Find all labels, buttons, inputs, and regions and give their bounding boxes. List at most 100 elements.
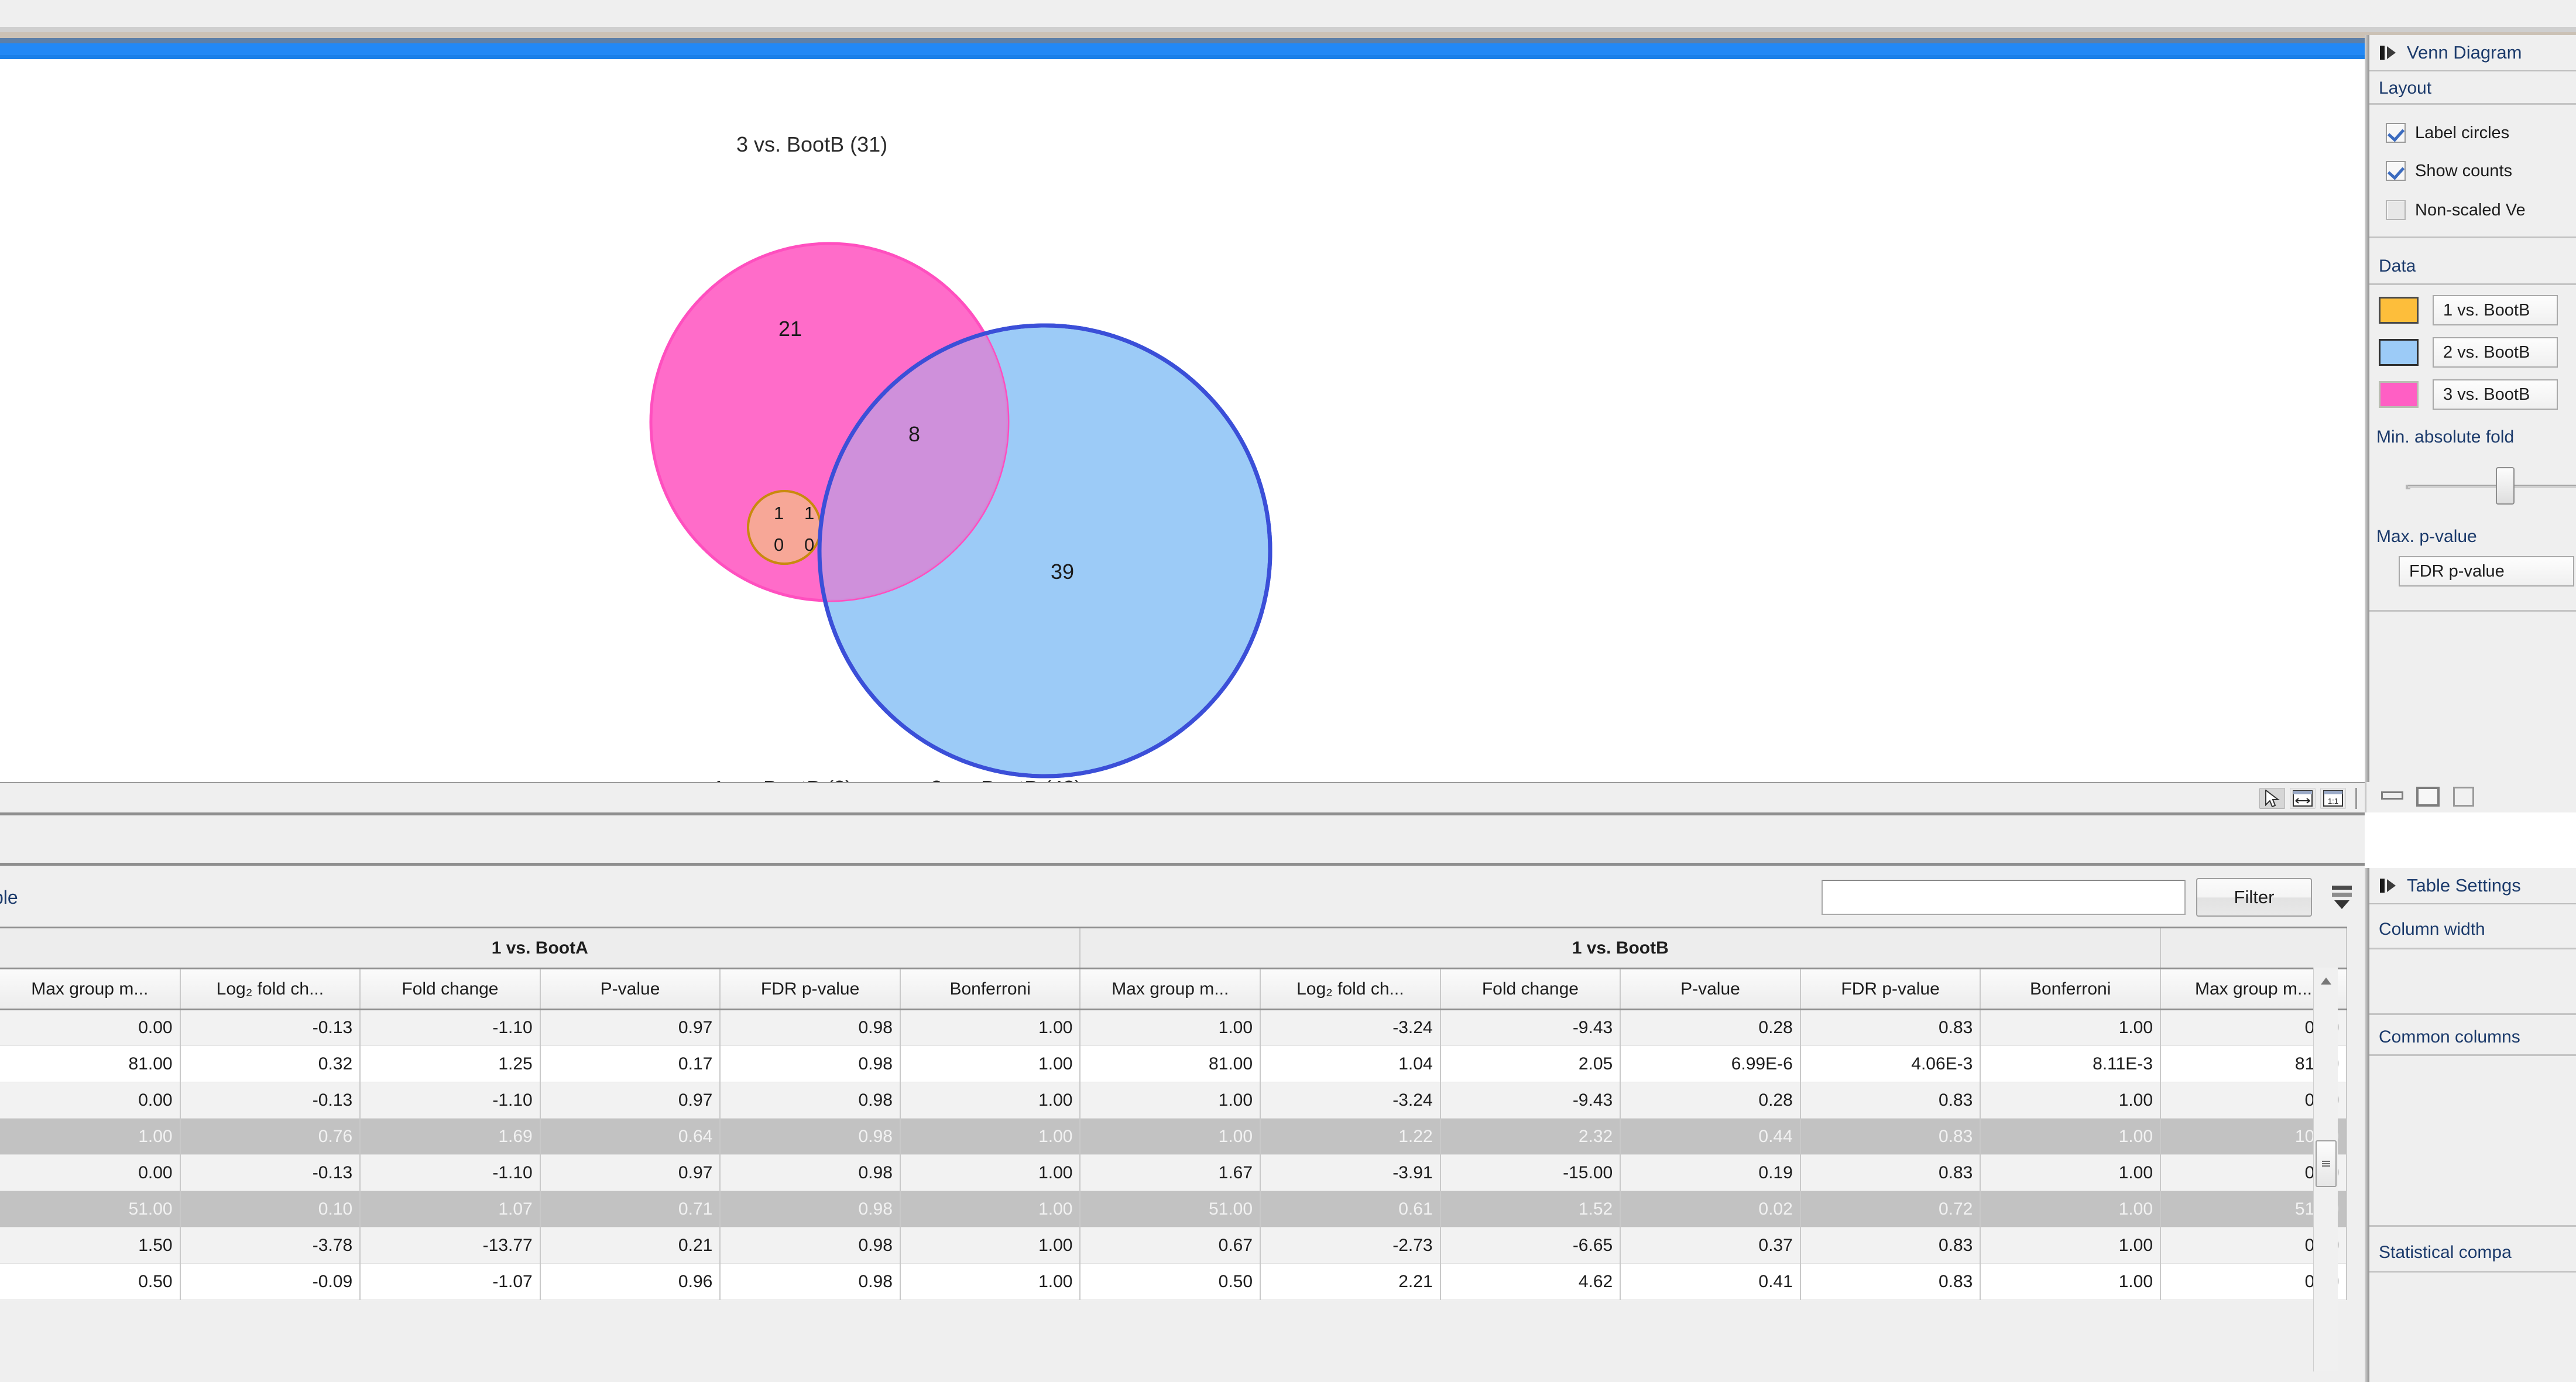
table-cell: 0.98 [720, 1118, 901, 1155]
statistical-separator-bottom [2369, 1271, 2576, 1273]
table-cell: 1.00 [900, 1263, 1081, 1300]
column-header[interactable]: Fold change [1440, 968, 1621, 1010]
table-row[interactable]: 81.00 0.32 1.25 0.17 0.98 1.00 81.00 1.04 2.05 6.… [0, 1045, 2347, 1082]
color-swatch-2[interactable] [2379, 339, 2419, 366]
results-table[interactable]: 1 vs. BootA 1 vs. BootB Max group m... L… [0, 927, 2347, 1300]
zoom-1to1-icon[interactable]: 1:1 [2320, 788, 2346, 809]
venn-count-blue-only: 39 [1051, 560, 1075, 584]
chrome-background [0, 0, 2576, 27]
column-header[interactable]: Bonferroni [900, 968, 1081, 1010]
column-header[interactable]: P-value [540, 968, 721, 1010]
table-cell: 0.76 [180, 1118, 361, 1155]
table-cell: 0.98 [720, 1263, 901, 1300]
checkbox-show-counts-box[interactable] [2386, 161, 2406, 181]
table-row[interactable]: 1.00 0.76 1.69 0.64 0.98 1.00 1.00 1.22 2.32 0.44… [0, 1118, 2347, 1155]
column-header[interactable]: FDR p-value [1800, 968, 1981, 1010]
restore-icon[interactable] [2453, 787, 2474, 807]
table-cell: 81.00 [0, 1045, 181, 1082]
checkbox-non-scaled-venn[interactable]: Non-scaled Ve [2386, 200, 2526, 220]
filter-menu-icon[interactable] [2328, 882, 2355, 913]
table-cell: 1.00 [1080, 1118, 1261, 1155]
collapse-expand-icon[interactable] [2379, 44, 2399, 61]
max-pvalue-combo[interactable]: FDR p-value [2399, 556, 2574, 587]
color-swatch-3[interactable] [2379, 381, 2419, 408]
table-cell: 0.37 [1620, 1227, 1801, 1264]
table-cell: -0.13 [180, 1009, 361, 1046]
chrome-steel-bar [0, 38, 2576, 43]
table-cell: -0.09 [180, 1263, 361, 1300]
table-cell: 0.10 [180, 1191, 361, 1227]
table-row[interactable]: 1.50 -3.78 -13.77 0.21 0.98 1.00 0.67 -2.73 -6.6… [0, 1227, 2347, 1264]
column-header[interactable]: P-value [1620, 968, 1801, 1010]
venn-panel-title: Venn Diagram [2407, 42, 2522, 63]
column-header[interactable]: Max group m... [1080, 968, 1261, 1010]
table-cell: -0.13 [180, 1154, 361, 1191]
maximize-icon[interactable] [2416, 787, 2440, 807]
venn-settings-sidebar: Venn Diagram Layout Label circles Show c… [2365, 35, 2576, 812]
table-cell: 1.00 [1980, 1009, 2161, 1046]
horizontal-splitter[interactable] [0, 812, 2365, 868]
table-row[interactable]: 0.00 -0.13 -1.10 0.97 0.98 1.00 1.00 -3.24 -9.43… [0, 1082, 2347, 1119]
column-header[interactable]: Fold change [360, 968, 541, 1010]
dataset-combo-3[interactable]: 3 vs. BootB [2433, 379, 2558, 410]
toolbar-separator [2355, 788, 2357, 809]
table-cell: 1.69 [360, 1118, 541, 1155]
fit-width-icon[interactable] [2290, 788, 2316, 809]
dataset-combo-1[interactable]: 1 vs. BootB [2433, 295, 2558, 325]
group-header-2: 1 vs. BootB [1080, 927, 2161, 969]
table-cell: 0.97 [540, 1154, 721, 1191]
table-cell: 1.50 [0, 1227, 181, 1264]
min-fold-slider-thumb[interactable] [2496, 467, 2515, 505]
scroll-thumb[interactable] [2316, 1140, 2337, 1187]
filter-input-wrapper[interactable] [1822, 880, 2186, 915]
table-cell: 1.00 [1980, 1118, 2161, 1155]
table-cell: 1.00 [900, 1154, 1081, 1191]
checkbox-label-circles-box[interactable] [2386, 123, 2406, 143]
table-column-header-row: Max group m... Log₂ fold ch... Fold chan… [0, 968, 2347, 1010]
table-row[interactable]: 51.00 0.10 1.07 0.71 0.98 1.00 51.00 0.61 1.52 0.… [0, 1191, 2347, 1227]
min-fold-slider-track[interactable] [2408, 485, 2576, 488]
table-row[interactable]: 0.50 -0.09 -1.07 0.96 0.98 1.00 0.50 2.21 4.62 0.… [0, 1263, 2347, 1300]
table-cell: 1.00 [1980, 1263, 2161, 1300]
column-header[interactable]: FDR p-value [720, 968, 901, 1010]
pointer-icon[interactable] [2259, 788, 2285, 809]
table-cell: 4.06E-3 [1800, 1045, 1981, 1082]
results-table-view: ble Filter 1 vs. BootA [0, 868, 2365, 1382]
table-cell: 0.00 [0, 1009, 181, 1046]
table-cell: -1.10 [360, 1154, 541, 1191]
filter-input[interactable] [1823, 881, 2184, 914]
collapse-expand-icon[interactable] [2379, 877, 2399, 894]
checkbox-show-counts[interactable]: Show counts [2386, 161, 2512, 181]
table-panel-header[interactable]: Table Settings [2369, 868, 2576, 904]
column-header[interactable]: Log₂ fold ch... [180, 968, 361, 1010]
table-sidebar-splitter[interactable] [2365, 868, 2369, 1382]
table-cell: 2.05 [1440, 1045, 1621, 1082]
filter-button[interactable]: Filter [2196, 878, 2312, 917]
table-cell: 0.83 [1800, 1082, 1981, 1119]
scroll-up-arrow-icon[interactable] [2314, 968, 2338, 995]
table-cell: 1.00 [1980, 1154, 2161, 1191]
table-cell: 51.00 [0, 1191, 181, 1227]
table-cell: 1.00 [900, 1045, 1081, 1082]
checkbox-label-circles[interactable]: Label circles [2386, 123, 2509, 143]
venn-panel-header[interactable]: Venn Diagram [2369, 35, 2576, 71]
column-width-section-title: Column width [2379, 920, 2485, 939]
column-header[interactable]: Max group m... [0, 968, 181, 1010]
table-vertical-scrollbar[interactable] [2313, 968, 2338, 1371]
sidebar-splitter[interactable] [2365, 35, 2369, 812]
table-cell: 0.50 [1080, 1263, 1261, 1300]
color-swatch-1[interactable] [2379, 297, 2419, 324]
table-row[interactable]: 0.00 -0.13 -1.10 0.97 0.98 1.00 1.67 -3.91 -15.0… [0, 1154, 2347, 1191]
table-row[interactable]: 0.00 -0.13 -1.10 0.97 0.98 1.00 1.00 -3.24 -9.43… [0, 1009, 2347, 1046]
minimize-icon[interactable] [2381, 791, 2403, 800]
splitter-line-bottom [0, 863, 2365, 866]
column-header[interactable]: Bonferroni [1980, 968, 2161, 1010]
venn-diagram-view[interactable]: 3 vs. BootB (31) 1 vs. BootB (2) 2 vs. B… [0, 59, 2365, 805]
dataset-combo-2[interactable]: 2 vs. BootB [2433, 337, 2558, 368]
column-header[interactable]: Log₂ fold ch... [1260, 968, 1441, 1010]
column-width-separator [2369, 948, 2576, 949]
checkbox-non-scaled-venn-box[interactable] [2386, 200, 2406, 220]
venn-count-orange-only: 0 [774, 534, 784, 555]
table-cell: 0.83 [1800, 1263, 1981, 1300]
venn-diagram-canvas[interactable] [0, 59, 2365, 805]
